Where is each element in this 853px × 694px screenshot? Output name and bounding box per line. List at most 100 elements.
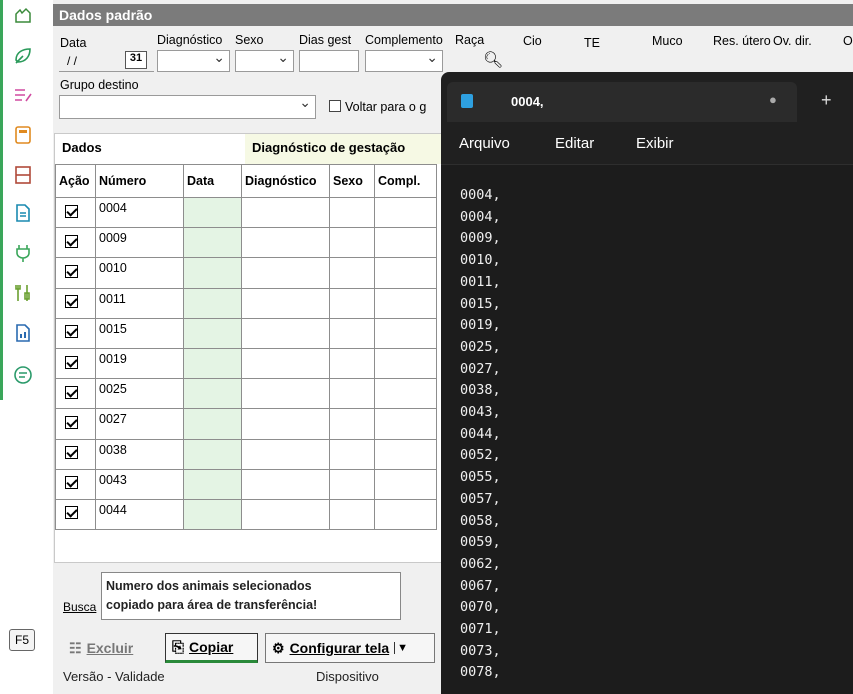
diagnostico-cell[interactable] [241, 468, 330, 500]
table-row[interactable]: 0015 [55, 317, 437, 349]
table-row[interactable]: 0009 [55, 227, 437, 259]
row-checkbox[interactable] [55, 196, 96, 229]
cow-hand-icon[interactable] [12, 4, 34, 26]
checkbox-checked-icon[interactable] [65, 295, 78, 309]
row-checkbox[interactable] [55, 498, 96, 531]
compl-cell[interactable] [374, 287, 437, 319]
col-acao[interactable]: Ação [55, 164, 96, 198]
numero-cell[interactable]: 0009 [95, 227, 184, 259]
diagnostico-cell[interactable] [241, 317, 330, 349]
compl-cell[interactable] [374, 408, 437, 440]
checkbox-checked-icon[interactable] [65, 446, 78, 460]
data-cell[interactable] [183, 227, 242, 259]
col-diagnostico[interactable]: Diagnóstico [241, 164, 330, 198]
row-checkbox[interactable] [55, 378, 96, 410]
grupo-destino-select[interactable] [59, 94, 316, 119]
document-icon[interactable] [12, 202, 34, 224]
data-cell[interactable] [183, 347, 242, 380]
compl-cell[interactable] [374, 378, 437, 410]
numero-cell[interactable]: 0027 [95, 408, 184, 440]
diagnostico-select[interactable] [157, 49, 230, 72]
panel-icon[interactable] [12, 164, 34, 186]
sexo-cell[interactable] [329, 287, 375, 319]
diagnostico-cell[interactable] [241, 378, 330, 410]
complemento-select[interactable] [365, 49, 443, 72]
copiar-button[interactable]: ⎘ Copiar [165, 633, 258, 663]
leaf-icon[interactable] [12, 45, 34, 67]
col-sexo[interactable]: Sexo [329, 164, 375, 198]
sexo-cell[interactable] [329, 347, 375, 380]
table-row[interactable]: 0011 [55, 287, 437, 319]
sexo-cell[interactable] [329, 408, 375, 440]
diagnostico-cell[interactable] [241, 438, 330, 470]
new-tab-icon[interactable]: + [821, 90, 832, 111]
checkbox-checked-icon[interactable] [65, 355, 78, 369]
sexo-cell[interactable] [329, 378, 375, 410]
numero-cell[interactable]: 0025 [95, 378, 184, 410]
f5-button[interactable]: F5 [9, 629, 35, 651]
table-row[interactable]: 0019 [55, 347, 437, 380]
tools-icon[interactable] [12, 282, 34, 304]
data-cell[interactable] [183, 257, 242, 289]
voltar-checkbox[interactable] [329, 100, 341, 112]
diagnostico-cell[interactable] [241, 287, 330, 319]
excluir-button[interactable]: ☷ Excluir [63, 633, 139, 663]
diagnostico-cell[interactable] [241, 408, 330, 440]
numero-cell[interactable]: 0044 [95, 498, 184, 531]
data-cell[interactable] [183, 438, 242, 470]
configurar-tela-button[interactable]: ⚙ Configurar tela ▼ [265, 633, 435, 663]
col-compl[interactable]: Compl. [374, 164, 437, 198]
diagnostico-cell[interactable] [241, 347, 330, 380]
numero-cell[interactable]: 0019 [95, 347, 184, 380]
numero-cell[interactable]: 0011 [95, 287, 184, 319]
checkbox-checked-icon[interactable] [65, 385, 78, 399]
notepad-text-area[interactable]: 0004, 0004, 0009, 0010, 0011, 0015, 0019, 0025,… [441, 164, 853, 694]
dias-gest-input[interactable] [299, 50, 359, 72]
table-row[interactable]: 0027 [55, 408, 437, 440]
list-edit-icon[interactable] [12, 84, 34, 106]
table-row[interactable]: 0025 [55, 378, 437, 410]
row-checkbox[interactable] [55, 257, 96, 289]
chat-icon[interactable] [12, 364, 34, 386]
row-checkbox[interactable] [55, 347, 96, 380]
diagnostico-cell[interactable] [241, 227, 330, 259]
checkbox-checked-icon[interactable] [65, 476, 78, 490]
sexo-cell[interactable] [329, 227, 375, 259]
numero-cell[interactable]: 0010 [95, 257, 184, 289]
sexo-cell[interactable] [329, 317, 375, 349]
data-cell[interactable] [183, 408, 242, 440]
table-row[interactable]: 0044 [55, 498, 437, 531]
checkbox-checked-icon[interactable] [65, 325, 78, 339]
menu-editar[interactable]: Editar [555, 135, 594, 152]
menu-arquivo[interactable]: Arquivo [459, 135, 510, 152]
data-field[interactable]: / / 31 [59, 50, 154, 72]
data-cell[interactable] [183, 287, 242, 319]
diagnostico-cell[interactable] [241, 498, 330, 531]
compl-cell[interactable] [374, 347, 437, 380]
notepad-tab[interactable]: 0004, ● [447, 82, 797, 122]
data-cell[interactable] [183, 196, 242, 229]
row-checkbox[interactable] [55, 287, 96, 319]
sexo-select[interactable] [235, 49, 294, 72]
table-row[interactable]: 0004 [55, 196, 437, 229]
checkbox-checked-icon[interactable] [65, 506, 78, 520]
compl-cell[interactable] [374, 468, 437, 500]
col-numero[interactable]: Número [95, 164, 184, 198]
table-row[interactable]: 0038 [55, 438, 437, 470]
search-icon[interactable]: 🔍︎ [483, 50, 503, 70]
diagnostico-cell[interactable] [241, 196, 330, 229]
data-cell[interactable] [183, 317, 242, 349]
numero-cell[interactable]: 0043 [95, 468, 184, 500]
data-cell[interactable] [183, 468, 242, 500]
chevron-down-icon[interactable]: ▼ [394, 642, 408, 654]
sexo-cell[interactable] [329, 438, 375, 470]
diagnostico-cell[interactable] [241, 257, 330, 289]
sexo-cell[interactable] [329, 498, 375, 531]
table-row[interactable]: 0043 [55, 468, 437, 500]
checkbox-checked-icon[interactable] [65, 264, 78, 278]
numero-cell[interactable]: 0015 [95, 317, 184, 349]
compl-cell[interactable] [374, 498, 437, 531]
sexo-cell[interactable] [329, 196, 375, 229]
table-row[interactable]: 0010 [55, 257, 437, 289]
checkbox-checked-icon[interactable] [65, 415, 78, 429]
